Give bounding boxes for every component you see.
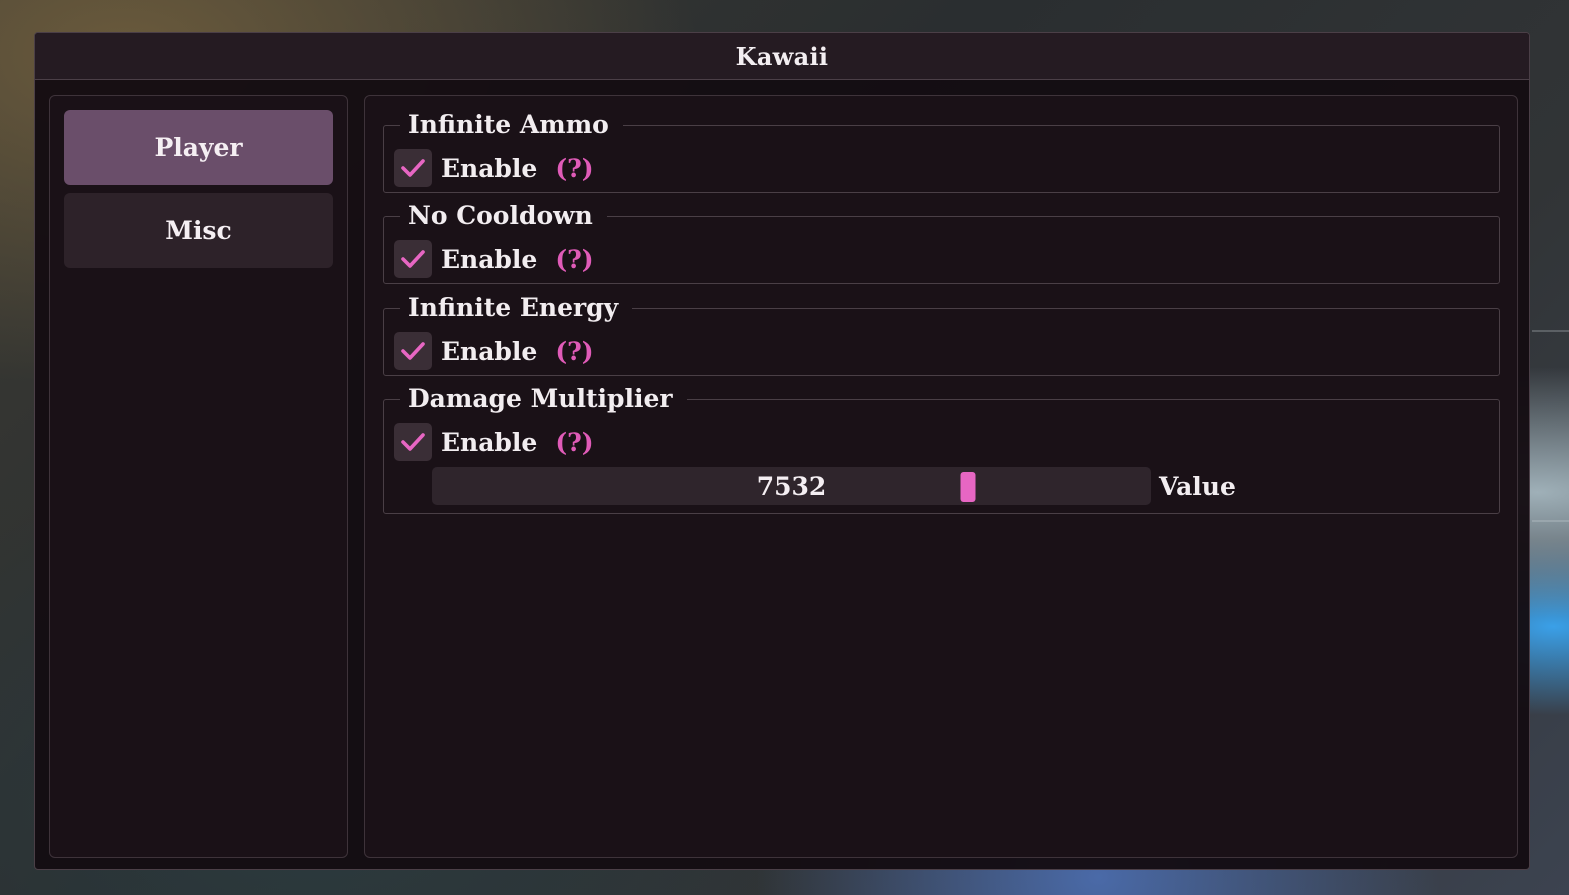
sidebar-item-misc[interactable]: Misc xyxy=(64,193,333,268)
window-titlebar[interactable]: Kawaii xyxy=(35,33,1529,80)
sidebar: Player Misc xyxy=(49,95,348,858)
background-line xyxy=(1532,330,1569,332)
enable-row: Enable (?) xyxy=(394,331,594,371)
background-line xyxy=(1532,520,1569,522)
checkbox-label[interactable]: Enable xyxy=(441,337,537,366)
slider-row: 7532 Value xyxy=(432,467,1236,505)
checkbox-label[interactable]: Enable xyxy=(441,245,537,274)
slider-label: Value xyxy=(1159,471,1236,501)
group-title: Damage Multiplier xyxy=(400,384,687,414)
damage-multiplier-group: Damage Multiplier Enable (?) 7532 Value xyxy=(383,384,1500,514)
kawaii-window: Kawaii Player Misc Infinite Ammo Enable … xyxy=(34,32,1530,870)
check-icon xyxy=(401,342,425,360)
check-icon xyxy=(401,433,425,451)
checkbox-label[interactable]: Enable xyxy=(441,154,537,183)
settings-panel: Infinite Ammo Enable (?) No Cooldown Ena… xyxy=(364,95,1518,858)
sidebar-item-label: Misc xyxy=(165,216,232,245)
infinite-ammo-group: Infinite Ammo Enable (?) xyxy=(383,110,1500,193)
no-cooldown-group: No Cooldown Enable (?) xyxy=(383,201,1500,284)
infinite-ammo-checkbox[interactable] xyxy=(394,149,432,187)
help-tooltip-marker[interactable]: (?) xyxy=(555,245,593,274)
help-tooltip-marker[interactable]: (?) xyxy=(555,154,593,183)
check-icon xyxy=(401,250,425,268)
enable-row: Enable (?) xyxy=(394,239,594,279)
slider-handle[interactable] xyxy=(960,472,976,502)
damage-multiplier-checkbox[interactable] xyxy=(394,423,432,461)
group-title: No Cooldown xyxy=(400,201,607,231)
sidebar-item-label: Player xyxy=(154,133,243,162)
no-cooldown-checkbox[interactable] xyxy=(394,240,432,278)
window-title: Kawaii xyxy=(735,41,829,71)
help-tooltip-marker[interactable]: (?) xyxy=(555,337,593,366)
checkbox-label[interactable]: Enable xyxy=(441,428,537,457)
damage-value-slider[interactable]: 7532 xyxy=(432,467,1151,505)
group-title: Infinite Ammo xyxy=(400,110,623,140)
infinite-energy-checkbox[interactable] xyxy=(394,332,432,370)
group-title: Infinite Energy xyxy=(400,293,633,323)
enable-row: Enable (?) xyxy=(394,422,594,462)
slider-value: 7532 xyxy=(756,471,827,501)
sidebar-item-player[interactable]: Player xyxy=(64,110,333,185)
help-tooltip-marker[interactable]: (?) xyxy=(555,428,593,457)
check-icon xyxy=(401,159,425,177)
infinite-energy-group: Infinite Energy Enable (?) xyxy=(383,293,1500,376)
enable-row: Enable (?) xyxy=(394,148,594,188)
